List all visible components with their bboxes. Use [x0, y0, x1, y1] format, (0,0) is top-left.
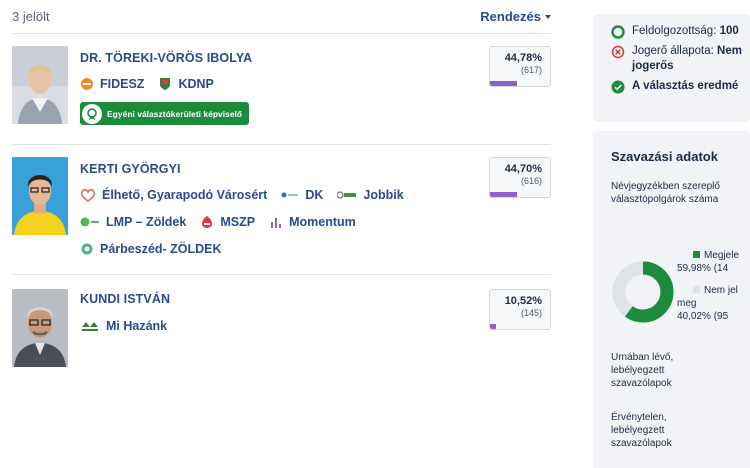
processed-label: Feldolgozottság: — [632, 25, 717, 37]
party-label: Momentum — [289, 214, 356, 229]
party-mszp[interactable]: MSZP — [200, 213, 255, 230]
party-label: LMP – Zöldek — [106, 214, 187, 229]
party-label: Párbeszéd- ZÖLDEK — [100, 241, 222, 256]
mszp-logo-icon — [200, 215, 214, 229]
result-percent: 44,78% — [504, 52, 542, 64]
parbeszed-logo-icon — [80, 242, 94, 256]
momentum-logo-icon — [269, 215, 283, 229]
result-box: 44,70% (616) — [489, 157, 551, 198]
dk-logo-icon — [281, 190, 299, 200]
fidesz-logo-icon — [80, 77, 94, 91]
turnout-donut-chart — [612, 261, 674, 323]
candidate-name[interactable]: KERTI GYÖRGYI — [80, 162, 181, 176]
badge-label: Egyéni választókerületi képviselő — [107, 108, 243, 119]
jobbik-logo-icon — [337, 190, 357, 200]
party-label: KDNP — [178, 76, 214, 91]
party-jobbik[interactable]: Jobbik — [337, 186, 404, 203]
candidate-photo — [12, 157, 68, 235]
result-bar — [490, 324, 497, 329]
list-header: 3 jelölt Rendezés — [12, 0, 551, 34]
ballots-label: Urnában lévő, lebélyegzett szavazólapok — [611, 352, 674, 389]
candidate-photo — [12, 46, 68, 124]
candidate-row[interactable]: KUNDI ISTVÁN Mi Hazánk 10,52% (145) — [12, 275, 551, 375]
mi-hazank-logo-icon — [80, 319, 100, 333]
legal-status: Jogerő állapota: Nem jogerős — [611, 44, 750, 74]
party-momentum[interactable]: Momentum — [269, 213, 356, 230]
result-percent: 44,70% — [504, 163, 542, 175]
check-circle-outline-icon — [611, 25, 625, 39]
candidate-list: 3 jelölt Rendezés DR. TÖREKI-VÖRÖS IBOLY… — [12, 0, 551, 468]
party-list: Mi Hazánk — [80, 317, 451, 334]
result-box: 10,52% (145) — [489, 289, 551, 330]
sort-label: Rendezés — [480, 9, 541, 24]
sort-button[interactable]: Rendezés — [480, 9, 551, 24]
appeared-value: 59,98% (14 — [677, 263, 729, 274]
sidebar: Feldolgozottság: 100 Jogerő állapota: Ne… — [593, 0, 750, 468]
candidate-row[interactable]: DR. TÖREKI-VÖRÖS IBOLYA FIDESZ KDNP Egyé… — [12, 34, 551, 145]
candidate-count: 3 jelölt — [12, 9, 50, 24]
result-votes: (616) — [520, 176, 542, 186]
invalid-ballots-label: Érvénytelen, lebélyegzett szavazólapok — [611, 412, 672, 449]
winner-badge: Egyéni választókerületi képviselő — [80, 102, 250, 125]
check-circle-filled-icon — [611, 80, 625, 94]
party-label: FIDESZ — [100, 76, 145, 91]
result-bar — [490, 81, 517, 86]
status-panel: Feldolgozottság: 100 Jogerő állapota: Ne… — [593, 14, 750, 122]
appeared-label: Megjele — [704, 250, 740, 261]
legal-value: Nem — [717, 45, 742, 57]
legend-appeared: Megjele 59,98% (14 — [677, 249, 740, 275]
result-bar — [490, 192, 517, 197]
party-parbeszed[interactable]: Párbeszéd- ZÖLDEK — [80, 240, 222, 257]
not-appeared-value: 40,02% (95 — [677, 311, 729, 322]
caret-down-icon — [545, 14, 551, 19]
party-label: Élhető, Gyarapodó Városért — [102, 187, 268, 202]
result-votes: (617) — [520, 65, 542, 75]
party-label: Mi Hazánk — [106, 318, 168, 333]
turnout-legend: Megjele 59,98% (14 Nem jel meg 40,02% (9… — [677, 249, 740, 323]
party-dk[interactable]: DK — [281, 186, 323, 203]
party-label: MSZP — [220, 214, 256, 229]
candidate-photo — [12, 289, 68, 367]
result-box: 44,78% (617) — [489, 46, 551, 87]
not-appeared-label-cont: meg — [677, 298, 697, 309]
party-list: FIDESZ KDNP — [80, 75, 451, 92]
processing-status: Feldolgozottság: 100 — [611, 24, 750, 39]
green-square-icon — [693, 251, 700, 258]
result-status: A választás eredmé — [611, 79, 750, 94]
legal-label: Jogerő állapota: — [632, 45, 714, 57]
party-label: DK — [305, 187, 324, 202]
candidate-row[interactable]: KERTI GYÖRGYI Élhető, Gyarapodó Városért… — [12, 145, 551, 275]
party-fidesz[interactable]: FIDESZ — [80, 75, 144, 92]
party-kdnp[interactable]: KDNP — [158, 75, 214, 92]
voting-title: Szavazási adatok — [611, 149, 718, 164]
result-percent: 10,52% — [504, 295, 542, 307]
not-appeared-label: Nem jel — [704, 285, 738, 296]
candidate-name[interactable]: KUNDI ISTVÁN — [80, 292, 170, 306]
result-votes: (145) — [520, 308, 542, 318]
candidate-name[interactable]: DR. TÖREKI-VÖRÖS IBOLYA — [80, 51, 252, 65]
lmp-logo-icon — [80, 216, 100, 228]
x-circle-icon — [611, 45, 625, 59]
party-label: Jobbik — [363, 187, 404, 202]
result-status-text: A választás eredmé — [632, 80, 739, 92]
kdnp-logo-icon — [158, 77, 172, 91]
legal-value-cont: jogerős — [632, 60, 674, 72]
heart-logo-icon — [80, 188, 96, 202]
registered-voters-label: Névjegyzékben szereplő választópolgárok … — [611, 181, 720, 205]
processed-value: 100 — [719, 25, 739, 37]
party-elheto[interactable]: Élhető, Gyarapodó Városért — [80, 186, 267, 203]
voting-data-panel: Szavazási adatok Névjegyzékben szereplő … — [593, 131, 750, 468]
party-lmp[interactable]: LMP – Zöldek — [80, 213, 186, 230]
grey-square-icon — [693, 286, 700, 293]
party-list: Élhető, Gyarapodó Városért DK Jobbik LMP… — [80, 186, 451, 257]
medal-icon — [82, 103, 102, 124]
legend-not-appeared: Nem jel meg 40,02% (95 — [677, 284, 739, 323]
party-mi-hazank[interactable]: Mi Hazánk — [80, 317, 167, 334]
